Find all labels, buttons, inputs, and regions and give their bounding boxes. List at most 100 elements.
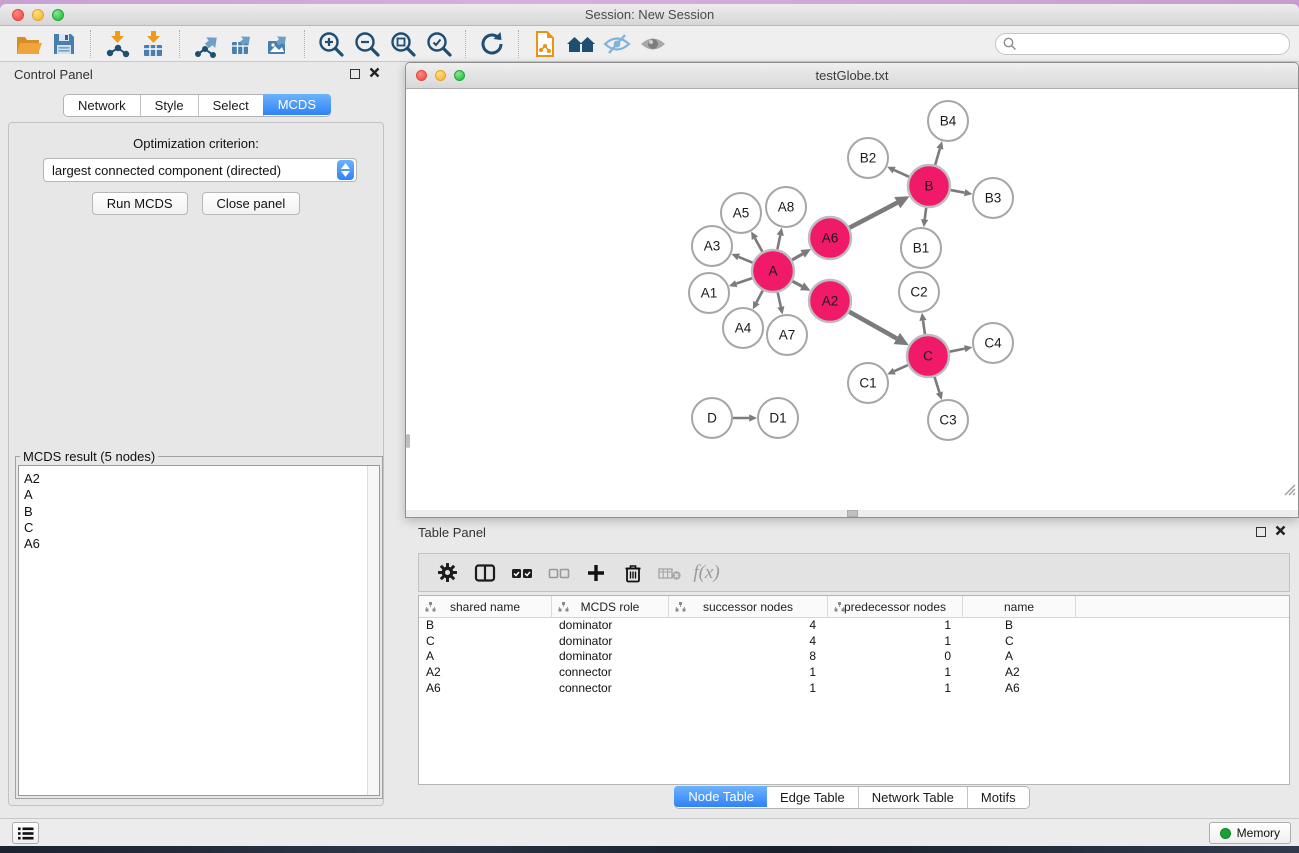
- column-header-label: successor nodes: [703, 600, 793, 614]
- table-row[interactable]: Cdominator41C: [419, 634, 1289, 650]
- show-visual-eye-icon[interactable]: [635, 28, 671, 60]
- graph-node-label: A4: [735, 321, 752, 336]
- hide-visual-eye-slash-icon[interactable]: [599, 28, 635, 60]
- graph-node-label: C2: [910, 285, 927, 300]
- tab-node-table[interactable]: Node Table: [674, 786, 768, 807]
- minimize-window-icon[interactable]: [32, 9, 44, 21]
- tab-mcds[interactable]: MCDS: [263, 94, 331, 115]
- column-header-MCDS-role[interactable]: MCDS role: [552, 596, 669, 618]
- network-view-window: testGlobe.txt AA1A2A3A4A5A6A7A8BB1B2B3B4…: [405, 62, 1299, 518]
- float-table-panel-icon[interactable]: [1256, 527, 1266, 537]
- graph-node-label: D1: [769, 411, 786, 426]
- column-header-successor-nodes[interactable]: successor nodes: [669, 596, 828, 618]
- export-table-icon[interactable]: [224, 28, 260, 60]
- select-stepper-icon: [337, 160, 354, 180]
- float-panel-icon[interactable]: [350, 69, 360, 79]
- network-vertical-scrollbar[interactable]: [406, 434, 410, 448]
- zoom-out-icon[interactable]: [349, 28, 385, 60]
- tab-motifs[interactable]: Motifs: [968, 787, 1029, 808]
- optimization-criterion-label: Optimization criterion:: [9, 136, 383, 151]
- mcds-result-list[interactable]: A2ABCA6: [18, 465, 380, 796]
- tab-network-table[interactable]: Network Table: [859, 787, 968, 808]
- task-history-button[interactable]: [12, 822, 39, 844]
- close-table-panel-icon[interactable]: [1275, 523, 1286, 541]
- delete-table-icon: [651, 558, 688, 588]
- mcds-result-item[interactable]: C: [19, 520, 379, 536]
- column-header-label: shared name: [450, 600, 520, 614]
- table-options-gear-icon[interactable]: [429, 558, 466, 588]
- app-title: Session: New Session: [0, 7, 1299, 22]
- tab-select[interactable]: Select: [199, 95, 264, 116]
- result-scrollbar[interactable]: [367, 466, 379, 795]
- zoom-selected-icon[interactable]: [421, 28, 457, 60]
- table-row[interactable]: A6connector11A6: [419, 681, 1289, 697]
- table-cell: A: [419, 649, 552, 665]
- save-session-icon[interactable]: [46, 28, 82, 60]
- resize-grip-icon[interactable]: [1284, 483, 1296, 501]
- import-table-icon[interactable]: [135, 28, 171, 60]
- tab-style[interactable]: Style: [141, 95, 199, 116]
- table-cell: connector: [552, 681, 669, 697]
- table-cell: dominator: [552, 618, 669, 634]
- network-window-titlebar[interactable]: testGlobe.txt: [406, 63, 1298, 89]
- export-image-icon[interactable]: [260, 28, 296, 60]
- run-mcds-button[interactable]: Run MCDS: [92, 192, 188, 215]
- column-header-shared-name[interactable]: shared name: [419, 596, 552, 618]
- mcds-result-item[interactable]: A2: [19, 471, 379, 487]
- table-toolbar: f(x): [418, 553, 1290, 592]
- network-zoom-icon[interactable]: [454, 70, 465, 81]
- mcds-result-item[interactable]: A: [19, 487, 379, 503]
- column-header-name[interactable]: name: [963, 596, 1076, 618]
- refresh-icon[interactable]: [474, 28, 510, 60]
- open-session-icon[interactable]: [10, 28, 46, 60]
- table-panel-title: Table Panel: [418, 525, 1256, 540]
- mcds-result-title: MCDS result (5 nodes): [20, 449, 158, 464]
- network-hscroll-thumb[interactable]: [847, 510, 858, 517]
- table-row[interactable]: Bdominator41B: [419, 618, 1289, 634]
- tab-edge-table[interactable]: Edge Table: [767, 787, 859, 808]
- graph-node-label: B4: [940, 114, 957, 129]
- export-network-icon[interactable]: [188, 28, 224, 60]
- network-window-title: testGlobe.txt: [406, 68, 1298, 83]
- desktop-wallpaper-bottom: [0, 846, 1299, 853]
- add-column-icon[interactable]: [577, 558, 614, 588]
- table-row[interactable]: A2connector11A2: [419, 665, 1289, 681]
- deselect-all-checkboxes-icon[interactable]: [540, 558, 577, 588]
- graph-node-label: B: [924, 179, 933, 194]
- home-icon[interactable]: [563, 28, 599, 60]
- network-canvas[interactable]: AA1A2A3A4A5A6A7A8BB1B2B3B4CC1C2C3C4DD1: [406, 89, 1298, 510]
- column-header-label: MCDS role: [581, 600, 640, 614]
- memory-button[interactable]: Memory: [1209, 822, 1291, 844]
- table-body: Bdominator41BCdominator41CAdominator80AA…: [419, 618, 1289, 696]
- table-cell: 1: [828, 634, 963, 650]
- close-window-icon[interactable]: [12, 9, 24, 21]
- zoom-in-icon[interactable]: [313, 28, 349, 60]
- mcds-result-item[interactable]: B: [19, 504, 379, 520]
- search-icon: [1003, 37, 1017, 56]
- network-horizontal-scrollbar[interactable]: [406, 510, 1298, 517]
- mcds-result-item[interactable]: A6: [19, 536, 379, 552]
- tab-network[interactable]: Network: [64, 95, 141, 116]
- zoom-window-icon[interactable]: [52, 9, 64, 21]
- close-panel-icon[interactable]: [369, 65, 380, 83]
- graph-node-label: A6: [822, 231, 839, 246]
- import-network-icon[interactable]: [99, 28, 135, 60]
- optimization-criterion-select[interactable]: largest connected component (directed): [43, 158, 357, 182]
- table-cell: 4: [669, 618, 828, 634]
- zoom-fit-icon[interactable]: [385, 28, 421, 60]
- open-network-file-icon[interactable]: [527, 28, 563, 60]
- delete-column-trash-icon[interactable]: [614, 558, 651, 588]
- status-bar: Memory: [0, 818, 1299, 846]
- table-cell: 8: [669, 649, 828, 665]
- search-input[interactable]: [995, 33, 1290, 55]
- table-cell: dominator: [552, 649, 669, 665]
- show-columns-icon[interactable]: [466, 558, 503, 588]
- column-header-predecessor-nodes[interactable]: predecessor nodes: [828, 596, 963, 618]
- table-row[interactable]: Adominator80A: [419, 649, 1289, 665]
- close-panel-button[interactable]: Close panel: [202, 192, 301, 215]
- toolbar-separator: [304, 30, 305, 58]
- network-close-icon[interactable]: [416, 70, 427, 81]
- graph-node-label: A7: [779, 328, 796, 343]
- network-minimize-icon[interactable]: [435, 70, 446, 81]
- select-all-checkboxes-icon[interactable]: [503, 558, 540, 588]
